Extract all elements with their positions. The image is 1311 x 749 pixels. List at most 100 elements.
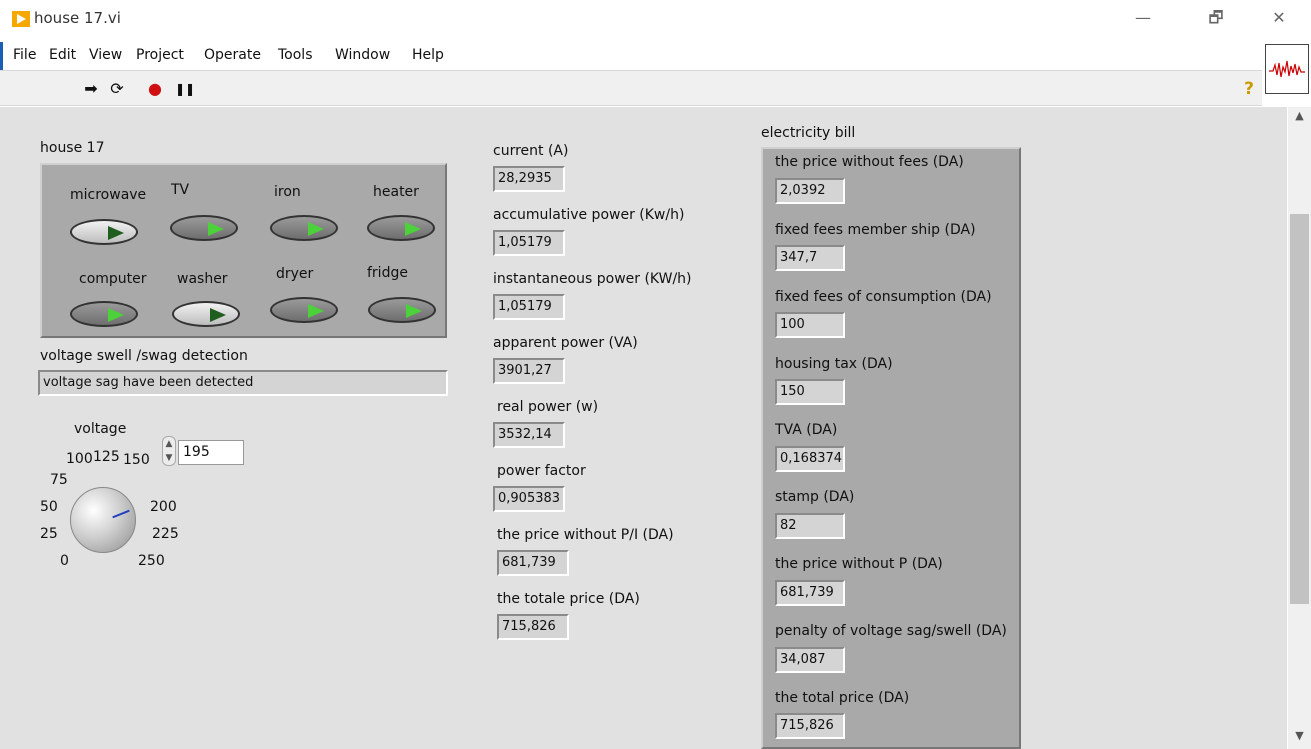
labview-icon xyxy=(12,11,30,27)
voltage-knob[interactable] xyxy=(70,487,136,553)
total-price-value: 715,826 xyxy=(775,713,845,739)
instantaneous-power-value: 1,05179 xyxy=(493,294,565,320)
bill-label-housing-tax: housing tax (DA) xyxy=(775,356,893,372)
measure-label-totale-price: the totale price (DA) xyxy=(497,591,640,607)
bill-label-tva: TVA (DA) xyxy=(775,422,838,438)
microwave-switch[interactable] xyxy=(70,219,138,245)
detection-label: voltage swell /swag detection xyxy=(40,348,248,364)
switch-label-heater: heater xyxy=(373,184,419,200)
switch-label-washer: washer xyxy=(177,271,228,287)
switch-led-icon xyxy=(406,304,422,318)
voltage-tick: 200 xyxy=(150,499,177,515)
bill-label-price-without-p: the price without P (DA) xyxy=(775,556,943,572)
membership-fees-value: 347,7 xyxy=(775,245,845,271)
close-button[interactable]: ✕ xyxy=(1264,6,1294,30)
menu-view[interactable]: View xyxy=(89,47,122,63)
house-label: house 17 xyxy=(40,140,105,156)
voltage-tick: 50 xyxy=(40,499,58,515)
tv-switch[interactable] xyxy=(170,215,238,241)
measure-label-apparent-power: apparent power (VA) xyxy=(493,335,638,351)
penalty-value: 34,087 xyxy=(775,647,845,673)
minimize-button[interactable]: — xyxy=(1128,6,1158,30)
tva-value: 0,168374 xyxy=(775,446,845,472)
switch-label-fridge: fridge xyxy=(367,265,408,281)
dryer-switch[interactable] xyxy=(270,297,338,323)
bill-label-membership-fees: fixed fees member ship (DA) xyxy=(775,222,976,238)
measure-label-accumulative-power: accumulative power (Kw/h) xyxy=(493,207,685,223)
switch-label-tv: TV xyxy=(171,182,190,198)
menu-project[interactable]: Project xyxy=(136,47,184,63)
housing-tax-value: 150 xyxy=(775,379,845,405)
measure-label-price-without-pi: the price without P/I (DA) xyxy=(497,527,674,543)
power-factor-value: 0,905383 xyxy=(493,486,565,512)
bill-label-stamp: stamp (DA) xyxy=(775,489,855,505)
bill-title: electricity bill xyxy=(761,125,856,141)
consumption-fees-value: 100 xyxy=(775,312,845,338)
menu-bar: File Edit View Project Operate Tools Win… xyxy=(0,42,1262,70)
bill-label-consumption-fees: fixed fees of consumption (DA) xyxy=(775,289,992,305)
bill-label-price-without-fees: the price without fees (DA) xyxy=(775,154,964,170)
scroll-down-icon[interactable]: ▼ xyxy=(1288,729,1311,747)
switch-led-icon xyxy=(405,222,421,236)
measure-label-instantaneous-power: instantaneous power (KW/h) xyxy=(493,271,692,287)
measure-label-real-power: real power (w) xyxy=(497,399,599,415)
detection-message: voltage sag have been detected xyxy=(38,370,448,396)
totale-price-value: 715,826 xyxy=(497,614,569,640)
switch-led-icon xyxy=(108,308,124,322)
voltage-tick: 225 xyxy=(152,526,179,542)
voltage-tick: 0 xyxy=(60,553,69,569)
menu-edit[interactable]: Edit xyxy=(49,47,76,63)
stamp-value: 82 xyxy=(775,513,845,539)
scroll-thumb[interactable] xyxy=(1290,214,1309,604)
current-value: 28,2935 xyxy=(493,166,565,192)
appliance-switch-cluster: microwave TV iron heater computer washer… xyxy=(40,163,447,338)
iron-switch[interactable] xyxy=(270,215,338,241)
voltage-tick: 75 xyxy=(50,472,68,488)
washer-switch[interactable] xyxy=(172,301,240,327)
abort-icon[interactable]: ● xyxy=(144,79,166,99)
voltage-tick: 125 xyxy=(93,449,120,465)
vi-connector-icon xyxy=(1265,44,1309,94)
measure-label-power-factor: power factor xyxy=(497,463,586,479)
heater-switch[interactable] xyxy=(367,215,435,241)
voltage-numeric-input[interactable]: 195 xyxy=(178,440,244,465)
price-without-pi-value: 681,739 xyxy=(497,550,569,576)
switch-label-dryer: dryer xyxy=(276,266,314,282)
voltage-label: voltage xyxy=(74,421,127,437)
restore-button[interactable]: 🗗 xyxy=(1201,6,1231,30)
pause-icon[interactable]: ❚❚ xyxy=(174,79,196,99)
real-power-value: 3532,14 xyxy=(493,422,565,448)
toolbar: ➡ ⟳ ● ❚❚ ? xyxy=(0,70,1262,106)
run-continuously-icon[interactable]: ⟳ xyxy=(106,79,128,99)
window-title: house 17.vi xyxy=(34,9,121,27)
switch-led-icon xyxy=(208,222,224,236)
context-help-icon[interactable]: ? xyxy=(1244,79,1254,99)
switch-led-icon xyxy=(210,308,226,322)
switch-label-iron: iron xyxy=(274,184,301,200)
accumulative-power-value: 1,05179 xyxy=(493,230,565,256)
voltage-tick: 150 xyxy=(123,452,150,468)
measure-label-current: current (A) xyxy=(493,143,569,159)
bill-label-total-price: the total price (DA) xyxy=(775,690,910,706)
fridge-switch[interactable] xyxy=(368,297,436,323)
menu-file[interactable]: File xyxy=(13,47,36,63)
computer-switch[interactable] xyxy=(70,301,138,327)
vertical-scrollbar[interactable]: ▲ ▼ xyxy=(1288,107,1311,749)
menu-window[interactable]: Window xyxy=(335,47,390,63)
voltage-tick: 25 xyxy=(40,526,58,542)
switch-label-microwave: microwave xyxy=(70,187,147,203)
bill-label-penalty: penalty of voltage sag/swell (DA) xyxy=(775,623,1007,639)
run-arrow-icon[interactable]: ➡ xyxy=(80,79,102,99)
voltage-tick: 250 xyxy=(138,553,165,569)
switch-led-icon xyxy=(308,304,324,318)
menu-operate[interactable]: Operate xyxy=(204,47,261,63)
price-without-fees-value: 2,0392 xyxy=(775,178,845,204)
voltage-spinner-icon[interactable]: ▲ ▼ xyxy=(162,436,176,466)
title-bar: house 17.vi — 🗗 ✕ xyxy=(0,0,1311,36)
switch-label-computer: computer xyxy=(79,271,147,287)
menu-help[interactable]: Help xyxy=(412,47,444,63)
switch-led-icon xyxy=(108,226,124,240)
menu-tools[interactable]: Tools xyxy=(278,47,313,63)
apparent-power-value: 3901,27 xyxy=(493,358,565,384)
scroll-up-icon[interactable]: ▲ xyxy=(1288,109,1311,127)
